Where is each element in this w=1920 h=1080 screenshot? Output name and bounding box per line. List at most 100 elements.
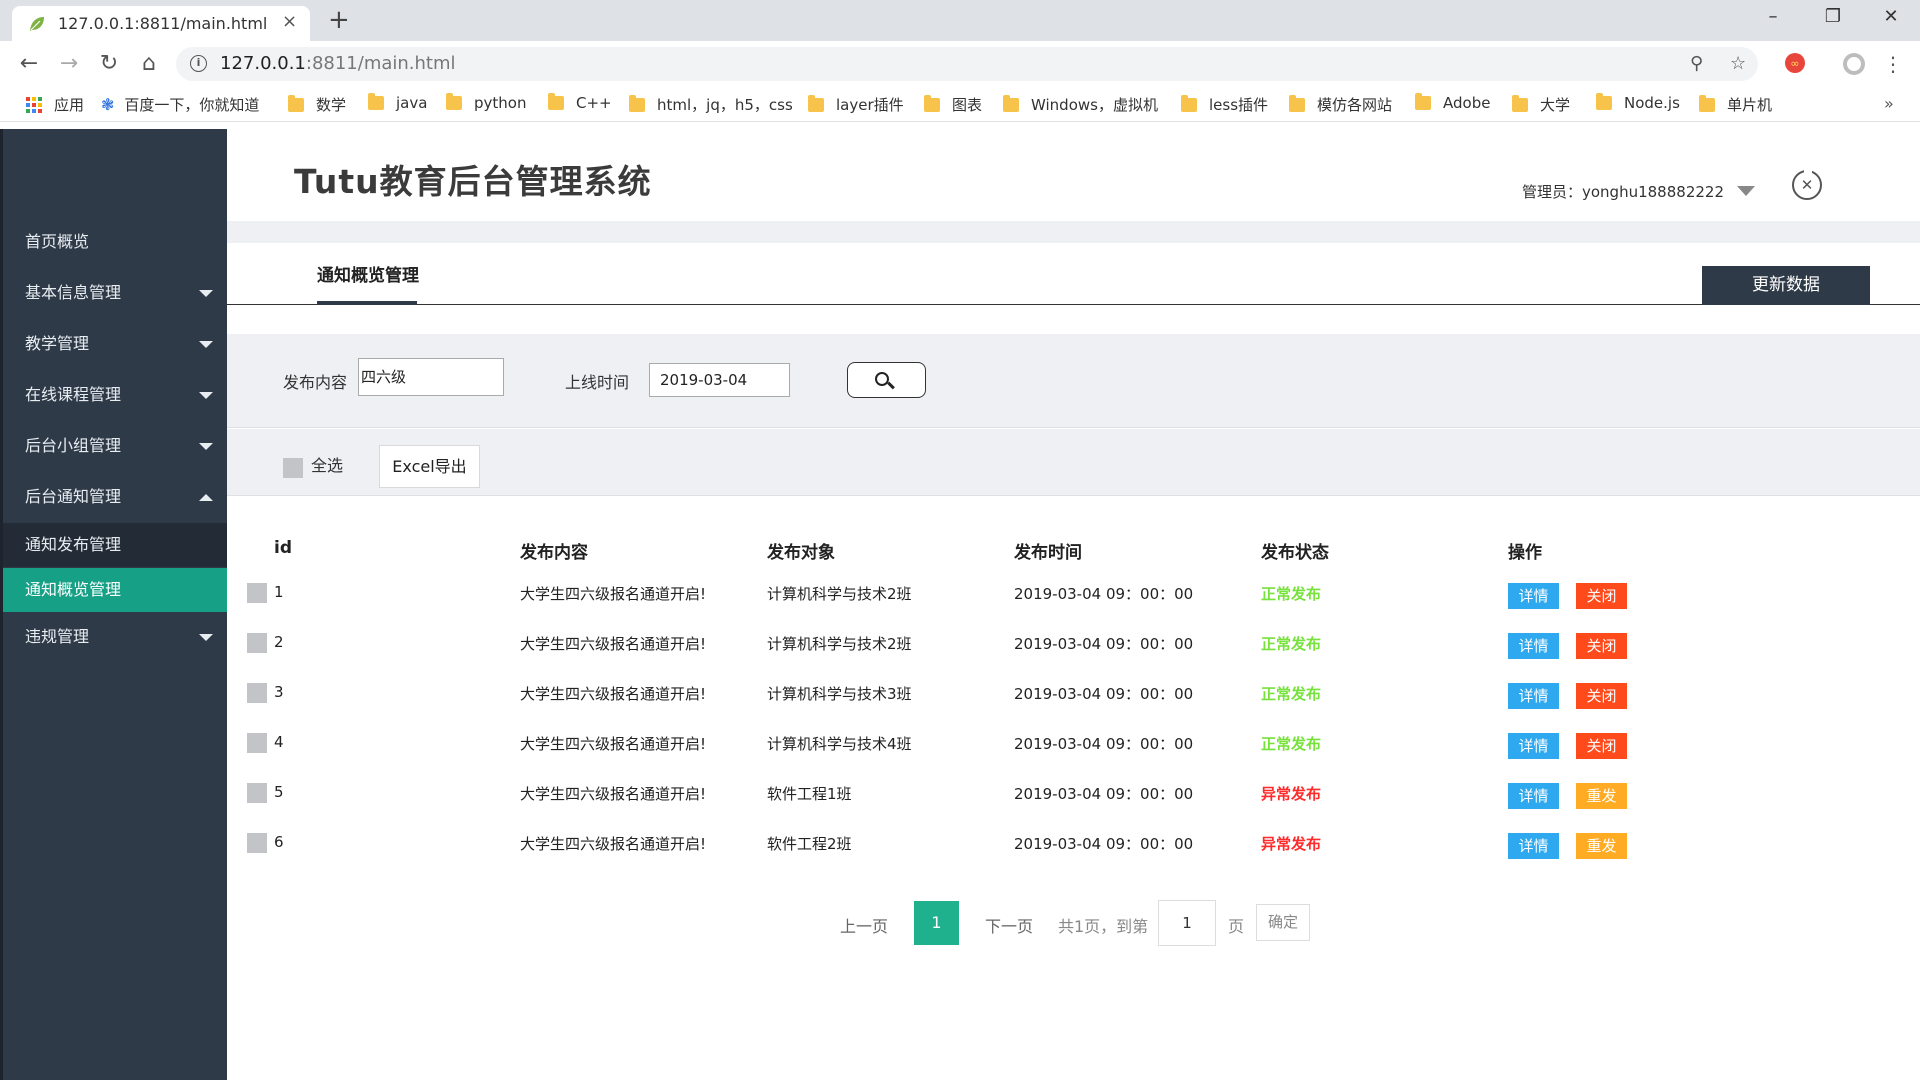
sidebar-item-basic-info[interactable]: 基本信息管理 <box>3 271 227 315</box>
select-all-label[interactable]: 全选 <box>311 452 343 476</box>
next-page-button[interactable]: 下一页 <box>985 913 1033 937</box>
page-unit-label: 页 <box>1228 917 1245 936</box>
section-tabs: 通知概览管理 <box>227 243 1920 305</box>
profile-avatar-icon[interactable] <box>1842 52 1866 76</box>
resend-button[interactable]: 重发 <box>1576 833 1627 859</box>
folder-icon <box>1003 94 1019 112</box>
sidebar-item-online-courses[interactable]: 在线课程管理 <box>3 373 227 417</box>
zoom-search-icon[interactable]: ⚲ <box>1690 53 1703 74</box>
sidebar-item-groups[interactable]: 后台小组管理 <box>3 424 227 468</box>
details-button[interactable]: 详情 <box>1508 833 1559 859</box>
cell-id: 5 <box>274 783 284 801</box>
row-checkbox[interactable] <box>247 833 267 853</box>
bookmark-item[interactable]: 图表 <box>924 94 982 115</box>
sidebar-item-notifications[interactable]: 后台通知管理 <box>3 475 227 519</box>
bookmark-item[interactable]: layer插件 <box>808 94 904 115</box>
sidebar-item-label: 通知发布管理 <box>25 535 122 554</box>
cell-target: 计算机科学与技术2班 <box>767 585 912 603</box>
address-url: 127.0.0.1:8811/main.html <box>220 53 456 74</box>
select-all-checkbox[interactable] <box>283 458 303 478</box>
close-notice-button[interactable]: 关闭 <box>1576 633 1627 659</box>
refresh-data-button[interactable]: 更新数据 <box>1702 266 1870 305</box>
minimize-icon[interactable]: – <box>1758 6 1788 27</box>
content-filter-input[interactable]: 四六级 <box>358 358 504 396</box>
row-checkbox[interactable] <box>247 583 267 603</box>
row-checkbox[interactable] <box>247 683 267 703</box>
bookmark-item[interactable]: 数学 <box>288 94 346 115</box>
bookmark-item[interactable]: C++ <box>548 93 612 112</box>
admin-dropdown-icon[interactable] <box>1737 186 1755 196</box>
cell-content: 大学生四六级报名通道开启! <box>520 585 707 603</box>
sidebar-item-notice-overview[interactable]: 通知概览管理 <box>3 568 227 612</box>
cell-status: 正常发布 <box>1261 685 1322 703</box>
bookmark-item[interactable]: python <box>446 93 526 112</box>
bookmark-item[interactable]: 大学 <box>1512 94 1570 115</box>
row-checkbox[interactable] <box>247 633 267 653</box>
tab-close-icon[interactable]: × <box>282 11 297 32</box>
bookmark-item[interactable]: html，jq，h5，css <box>629 94 793 115</box>
prev-page-button[interactable]: 上一页 <box>840 913 888 937</box>
details-button[interactable]: 详情 <box>1508 733 1559 759</box>
forward-arrow-icon[interactable]: → <box>54 49 84 79</box>
bookmark-item[interactable]: Node.js <box>1596 93 1680 112</box>
sidebar-item-home-overview[interactable]: 首页概览 <box>3 220 227 264</box>
sidebar-item-teaching[interactable]: 教学管理 <box>3 322 227 366</box>
extension-icon[interactable]: ∞ <box>1784 52 1806 74</box>
bookmark-item[interactable]: java <box>368 93 427 112</box>
app-title: Tutu教育后台管理系统 <box>294 162 652 201</box>
close-notice-button[interactable]: 关闭 <box>1576 683 1627 709</box>
goto-confirm-button[interactable]: 确定 <box>1256 904 1310 941</box>
folder-icon <box>288 94 304 112</box>
bookmark-item[interactable]: 单片机 <box>1699 94 1772 115</box>
excel-export-button[interactable]: Excel导出 <box>379 445 480 488</box>
reload-icon[interactable]: ↻ <box>94 49 124 79</box>
sidebar-item-label: 违规管理 <box>25 627 90 646</box>
menu-kebab-icon[interactable]: ⋮ <box>1878 49 1908 79</box>
browser-tab[interactable]: 127.0.0.1:8811/main.html × <box>12 6 310 41</box>
sidebar-item-label: 通知概览管理 <box>25 580 122 599</box>
sidebar-item-label: 后台通知管理 <box>25 487 122 506</box>
back-arrow-icon[interactable]: ← <box>14 49 44 79</box>
bookmark-item[interactable]: 应用 <box>26 94 84 115</box>
sidebar-item-notice-publish[interactable]: 通知发布管理 <box>3 523 227 567</box>
sidebar-item-violations[interactable]: 违规管理 <box>3 615 227 659</box>
folder-icon <box>1699 94 1715 112</box>
search-button[interactable] <box>847 362 926 398</box>
row-checkbox[interactable] <box>247 733 267 753</box>
close-notice-button[interactable]: 关闭 <box>1576 583 1627 609</box>
home-icon[interactable]: ⌂ <box>134 49 164 79</box>
bookmark-item[interactable]: Adobe <box>1415 93 1490 112</box>
caret-down-icon <box>199 341 213 348</box>
address-bar[interactable]: i 127.0.0.1:8811/main.html ⚲ ☆ <box>176 47 1758 81</box>
sidebar-item-label: 在线课程管理 <box>25 385 122 404</box>
online-time-input[interactable]: 2019-03-04 <box>649 363 790 397</box>
tab-notice-overview[interactable]: 通知概览管理 <box>317 261 419 286</box>
cell-content: 大学生四六级报名通道开启! <box>520 735 707 753</box>
bookmark-star-icon[interactable]: ☆ <box>1730 53 1746 74</box>
apps-grid-icon <box>26 96 42 113</box>
cell-time: 2019-03-04 09：00：00 <box>1014 735 1194 753</box>
active-tab-indicator <box>317 301 417 305</box>
bookmark-item[interactable]: Windows，虚拟机 <box>1003 94 1158 115</box>
details-button[interactable]: 详情 <box>1508 633 1559 659</box>
resend-button[interactable]: 重发 <box>1576 783 1627 809</box>
close-notice-button[interactable]: 关闭 <box>1576 733 1627 759</box>
new-tab-button[interactable]: + <box>328 5 350 35</box>
details-button[interactable]: 详情 <box>1508 683 1559 709</box>
bookmark-item[interactable]: less插件 <box>1181 94 1268 115</box>
goto-page-input[interactable]: 1 <box>1158 900 1216 946</box>
header-divider-band <box>227 221 1920 243</box>
caret-down-icon <box>199 634 213 641</box>
details-button[interactable]: 详情 <box>1508 783 1559 809</box>
logout-power-icon[interactable]: ✕ <box>1792 167 1822 200</box>
bookmark-item[interactable]: ❃ 百度一下，你就知道 <box>101 94 259 115</box>
window-close-icon[interactable]: ✕ <box>1876 6 1906 27</box>
site-info-icon[interactable]: i <box>190 55 207 72</box>
page-number-current[interactable]: 1 <box>914 901 959 945</box>
bookmarks-overflow-icon[interactable]: » <box>1884 94 1894 113</box>
details-button[interactable]: 详情 <box>1508 583 1559 609</box>
admin-username[interactable]: 管理员：yonghu188882222 <box>1522 181 1724 202</box>
row-checkbox[interactable] <box>247 783 267 803</box>
bookmark-item[interactable]: 模仿各网站 <box>1289 94 1392 115</box>
restore-icon[interactable]: ❐ <box>1818 6 1848 27</box>
